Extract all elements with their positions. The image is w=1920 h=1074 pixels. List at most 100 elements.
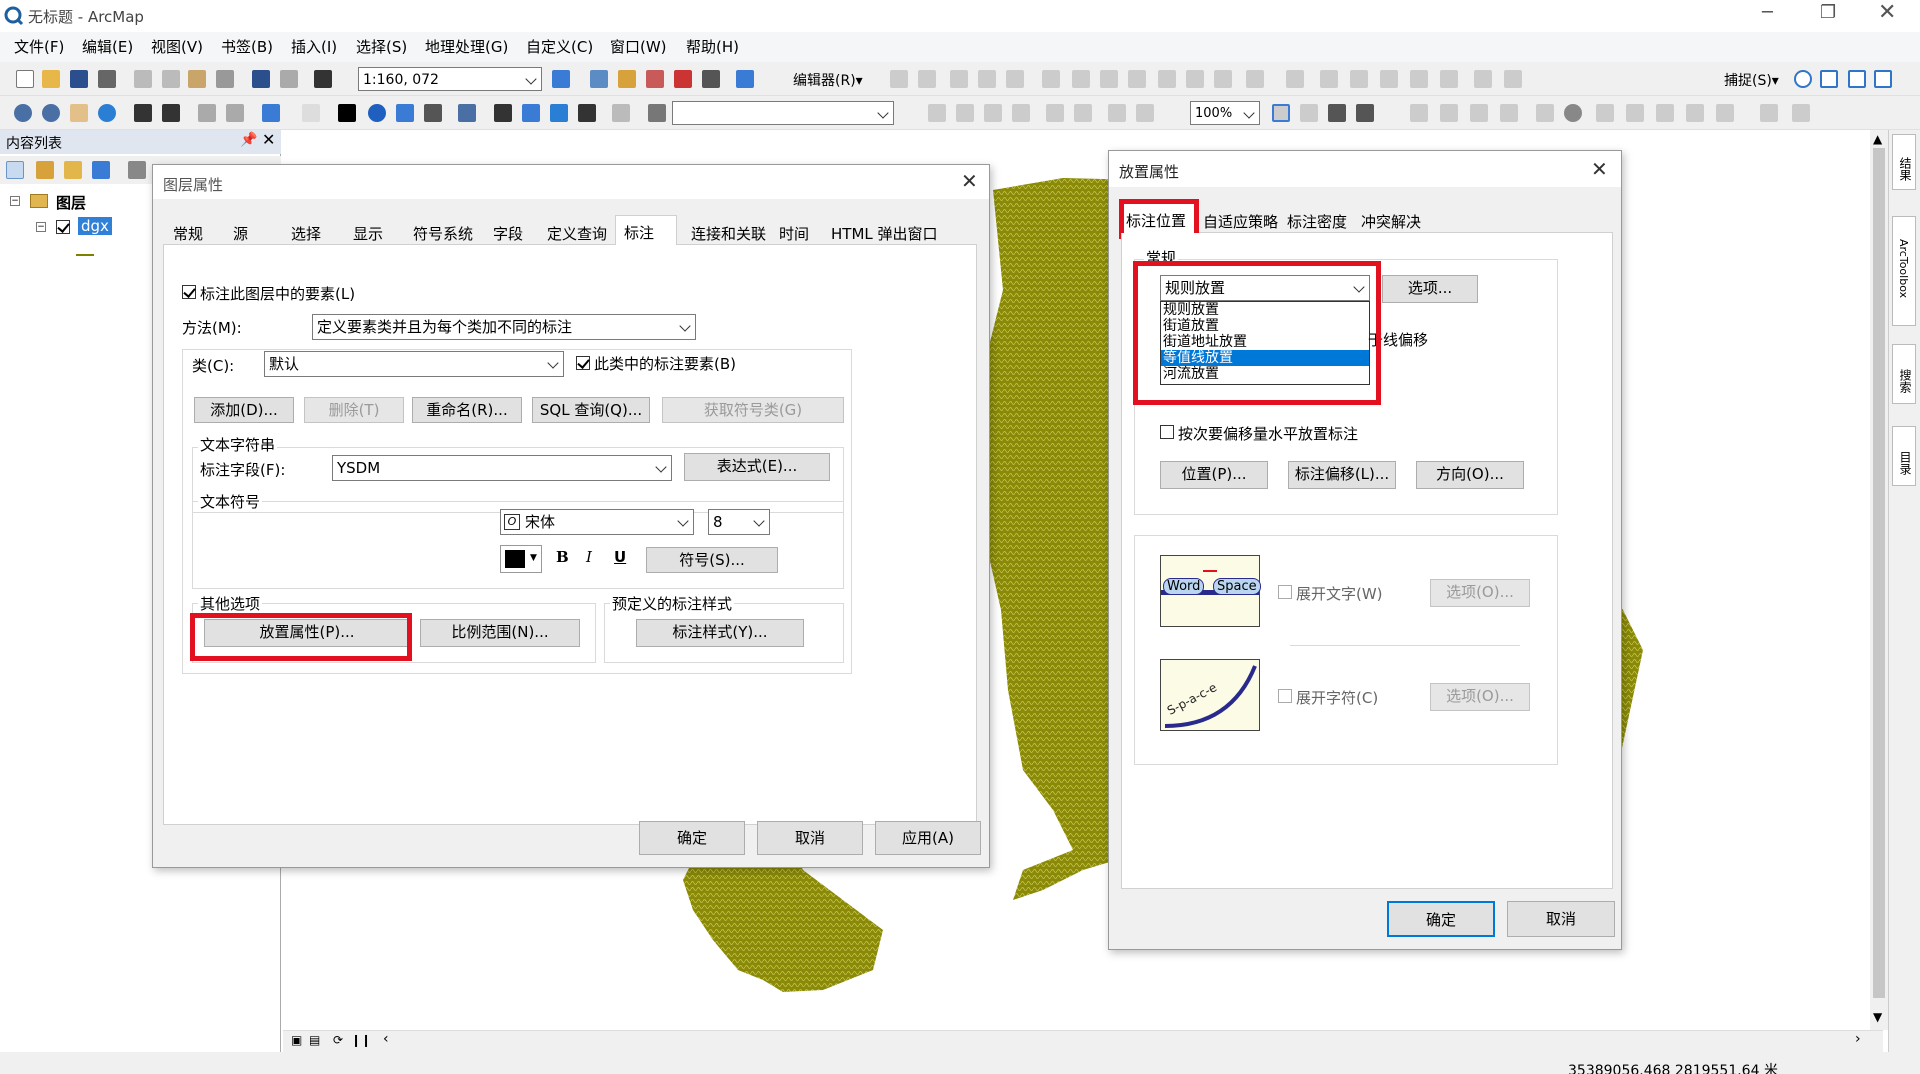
point-icon[interactable] xyxy=(1006,70,1024,88)
zoom-in-icon[interactable] xyxy=(14,104,32,122)
menu-insert[interactable]: 插入(I) xyxy=(291,36,337,57)
list-by-source-icon[interactable] xyxy=(36,161,54,179)
open-folder-icon[interactable] xyxy=(42,70,60,88)
full-extent-icon[interactable] xyxy=(98,104,116,122)
paste-icon[interactable] xyxy=(188,70,206,88)
georef-rotate-icon[interactable] xyxy=(1012,104,1030,122)
rename-class-button[interactable]: 重命名(R)... xyxy=(412,397,522,423)
delete-icon[interactable] xyxy=(216,70,234,88)
collapse-group-icon[interactable]: − xyxy=(10,196,20,206)
spread-words-options-button[interactable]: 选项(O)... xyxy=(1430,579,1530,607)
menu-customize[interactable]: 自定义(C) xyxy=(526,36,593,57)
collapse-layer-icon[interactable]: − xyxy=(36,222,46,232)
back-extent-icon[interactable] xyxy=(198,104,216,122)
find-binoculars-icon[interactable] xyxy=(494,104,512,122)
cut-icon[interactable] xyxy=(134,70,152,88)
tab-joins[interactable]: 连接和关联 xyxy=(691,223,766,244)
spread-chars-checkbox[interactable] xyxy=(1278,689,1292,703)
search-dock-tab[interactable]: 搜索 xyxy=(1892,344,1916,404)
layout-pan-icon[interactable] xyxy=(1046,104,1064,122)
pause-drawing-icon[interactable]: ❙❙ xyxy=(351,1033,371,1047)
tab-time[interactable]: 时间 xyxy=(779,223,809,244)
measure-icon[interactable] xyxy=(458,104,476,122)
python-window-icon[interactable] xyxy=(702,70,720,88)
cut-polygon-icon[interactable] xyxy=(1100,70,1118,88)
draw-marker-icon[interactable] xyxy=(1500,104,1518,122)
topology-icon[interactable] xyxy=(1286,70,1304,88)
font-size-select[interactable]: 8 xyxy=(708,509,770,535)
label-styles-button[interactable]: 标注样式(Y)... xyxy=(636,619,804,647)
clear-selection-icon[interactable] xyxy=(302,104,320,122)
direction-button[interactable]: 方向(O)... xyxy=(1416,461,1524,489)
pin-icon[interactable]: 📌 xyxy=(240,132,257,148)
menu-geoprocessing[interactable]: 地理处理(G) xyxy=(425,36,508,57)
undo-icon[interactable] xyxy=(252,70,270,88)
layer-visibility-checkbox[interactable] xyxy=(56,220,70,234)
ok-button[interactable]: 确定 xyxy=(639,821,745,855)
scale-range-button[interactable]: 比例范围(N)... xyxy=(420,619,580,647)
placement-options-button[interactable]: 选项... xyxy=(1382,275,1478,303)
draw-line-icon[interactable] xyxy=(1440,104,1458,122)
draw-rectangle-icon[interactable] xyxy=(1410,104,1428,122)
font-select[interactable]: O 宋体 xyxy=(500,509,694,535)
tab-fields[interactable]: 字段 xyxy=(493,223,523,244)
copy-icon[interactable] xyxy=(162,70,180,88)
draw-text-icon[interactable] xyxy=(1470,104,1488,122)
results-dock-tab[interactable]: 结果 xyxy=(1892,134,1916,190)
add-data-icon[interactable] xyxy=(314,70,332,88)
trace-icon[interactable] xyxy=(978,70,996,88)
reshape-icon[interactable] xyxy=(1072,70,1090,88)
tab-labels-active[interactable]: 标注 xyxy=(615,215,677,246)
save-icon[interactable] xyxy=(70,70,88,88)
layers-group-label[interactable]: 图层 xyxy=(56,192,86,213)
menu-bookmarks[interactable]: 书签(B) xyxy=(221,36,273,57)
toc-window-icon[interactable] xyxy=(590,70,608,88)
tab-definition-query[interactable]: 定义查询 xyxy=(547,223,607,244)
validate-topology-icon[interactable] xyxy=(1380,70,1398,88)
forward-extent-icon[interactable] xyxy=(226,104,244,122)
list-by-selection-icon[interactable] xyxy=(92,161,110,179)
sketch-properties-icon[interactable] xyxy=(1214,70,1232,88)
tab-general[interactable]: 常规 xyxy=(173,223,203,244)
change-layout-icon[interactable] xyxy=(1328,104,1346,122)
tab-conflict-resolution[interactable]: 冲突解决 xyxy=(1361,211,1421,232)
label-offset-button[interactable]: 标注偏移(L)... xyxy=(1288,461,1396,489)
create-features-icon[interactable] xyxy=(1246,70,1264,88)
scroll-left-icon[interactable]: ‹ xyxy=(383,1031,389,1047)
catalog-window-icon[interactable] xyxy=(618,70,636,88)
refresh-icon[interactable]: ⟳ xyxy=(333,1033,343,1047)
layer-select[interactable] xyxy=(672,101,894,125)
schematic-layout-icon[interactable] xyxy=(1792,104,1810,122)
tab-label-density[interactable]: 标注密度 xyxy=(1287,211,1347,232)
fixed-zoom-out-icon[interactable] xyxy=(162,104,180,122)
tab-symbology[interactable]: 符号系统 xyxy=(413,223,473,244)
apply-button[interactable]: 应用(A) xyxy=(875,821,981,855)
text-color-picker[interactable]: ▼ xyxy=(500,545,542,573)
vertical-scroll-thumb[interactable] xyxy=(1873,148,1885,998)
close-window-button[interactable]: ✕ xyxy=(1878,0,1896,25)
barrier-tool-icon[interactable] xyxy=(1686,104,1704,122)
advanced-edit-icon[interactable] xyxy=(1504,70,1522,88)
placement-ok-button[interactable]: 确定 xyxy=(1387,901,1495,937)
layout-view-icon[interactable]: ▤ xyxy=(309,1033,320,1047)
trace-network-icon[interactable] xyxy=(1626,104,1644,122)
label-field-select[interactable]: YSDM xyxy=(332,455,672,481)
tab-selection[interactable]: 选择 xyxy=(291,223,321,244)
vertex-snap-icon[interactable] xyxy=(1848,70,1866,88)
print-icon[interactable] xyxy=(98,70,116,88)
point-snap-icon[interactable] xyxy=(1794,70,1812,88)
horizontal-offset-checkbox[interactable] xyxy=(1160,425,1174,439)
menu-selection[interactable]: 选择(S) xyxy=(356,36,407,57)
hyperlink-icon[interactable] xyxy=(396,104,414,122)
edit-annotation-icon[interactable] xyxy=(918,70,936,88)
find-route-icon[interactable] xyxy=(522,104,540,122)
spread-words-checkbox[interactable] xyxy=(1278,585,1292,599)
layout-fullpage-icon[interactable] xyxy=(1108,104,1126,122)
vertical-scrollbar[interactable]: ▲ ▼ xyxy=(1870,130,1888,1030)
scroll-right-icon[interactable]: › xyxy=(1855,1031,1861,1047)
end-snap-icon[interactable] xyxy=(1820,70,1838,88)
method-select[interactable]: 定义要素类并且为每个类加不同的标注 xyxy=(312,314,696,340)
position-button[interactable]: 位置(P)... xyxy=(1160,461,1268,489)
layout-actual-icon[interactable] xyxy=(1136,104,1154,122)
topology-edit-icon[interactable] xyxy=(1320,70,1338,88)
